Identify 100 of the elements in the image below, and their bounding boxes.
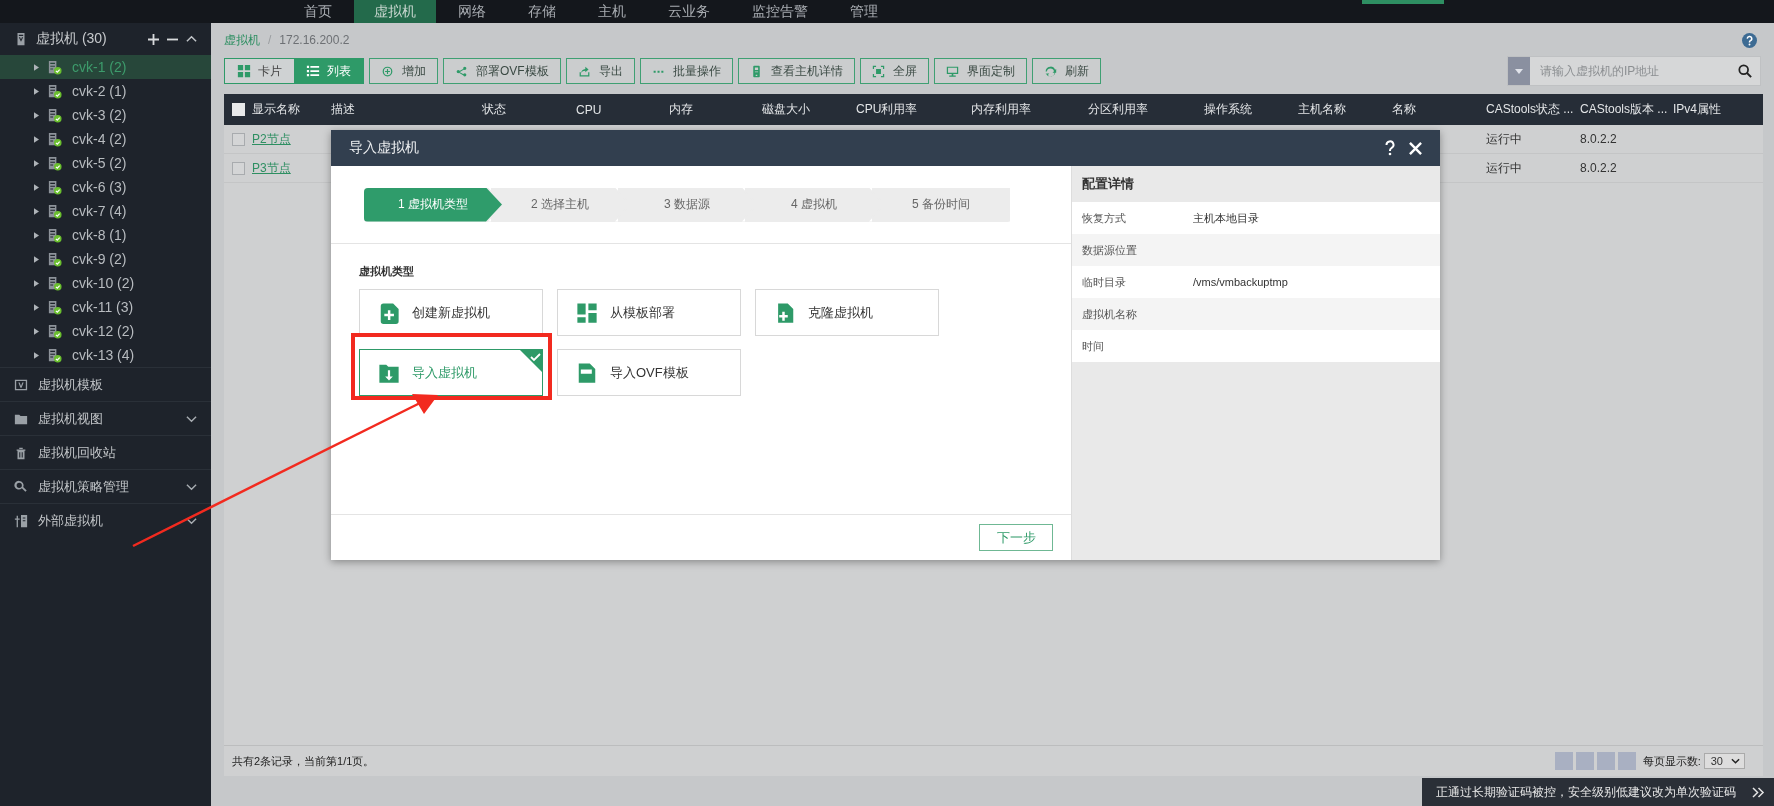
- column-header[interactable]: CAStools版本 ...: [1580, 101, 1673, 118]
- detail-label: 临时目录: [1082, 274, 1127, 290]
- column-header[interactable]: 操作系统: [1204, 101, 1298, 118]
- vm-type-option[interactable]: 导入虚拟机: [359, 349, 543, 396]
- caret-icon[interactable]: [34, 63, 39, 71]
- column-header[interactable]: 描述: [331, 101, 482, 118]
- chevron-down-icon[interactable]: [186, 413, 197, 424]
- list-icon: [306, 64, 320, 78]
- toolbar-button[interactable]: 增加: [369, 58, 438, 84]
- nav-tab[interactable]: 虚拟机: [354, 0, 436, 23]
- column-header[interactable]: 内存: [669, 101, 762, 118]
- view-toggle-option[interactable]: 列表: [294, 59, 363, 83]
- toolbar-button[interactable]: 批量操作: [639, 58, 733, 84]
- caret-icon[interactable]: [34, 111, 39, 119]
- row-checkbox[interactable]: [231, 132, 245, 146]
- column-header[interactable]: CPU利用率: [856, 101, 971, 118]
- column-header[interactable]: 内存利用率: [971, 101, 1088, 118]
- caret-icon[interactable]: [34, 159, 39, 167]
- select-all-checkbox[interactable]: [231, 103, 245, 116]
- host-tree-item[interactable]: cvk-10 (2): [0, 271, 211, 295]
- new-file-icon: [378, 301, 400, 324]
- nav-tab[interactable]: 网络: [438, 0, 506, 23]
- dialog-title: 导入虚拟机: [349, 139, 420, 157]
- nav-tab[interactable]: 管理: [830, 0, 898, 23]
- host-tree-item[interactable]: cvk-3 (2): [0, 103, 211, 127]
- toolbar-button[interactable]: 导出: [565, 58, 635, 84]
- help-icon[interactable]: [1385, 140, 1395, 156]
- table-cell: 运行中: [1486, 160, 1522, 175]
- host-tree-item[interactable]: cvk-6 (3): [0, 175, 211, 199]
- caret-down-icon: [1731, 758, 1740, 764]
- caret-icon[interactable]: [34, 255, 39, 263]
- page-size-select[interactable]: 30: [1703, 753, 1745, 769]
- caret-icon[interactable]: [34, 135, 39, 143]
- nav-tab[interactable]: 主机: [578, 0, 646, 23]
- vm-type-option[interactable]: 创建新虚拟机: [359, 289, 543, 336]
- nav-tab[interactable]: 存储: [508, 0, 576, 23]
- breadcrumb-separator: /: [268, 33, 272, 47]
- column-header[interactable]: 磁盘大小: [762, 101, 856, 118]
- nav-tab[interactable]: 首页: [284, 0, 352, 23]
- vm-type-option[interactable]: 克隆虚拟机: [755, 289, 939, 336]
- caret-icon[interactable]: [34, 279, 39, 287]
- sidebar-menu-item[interactable]: 虚拟机视图: [0, 401, 211, 435]
- caret-down-icon: [1515, 68, 1523, 74]
- column-header[interactable]: 分区利用率: [1088, 101, 1204, 118]
- toolbar-button[interactable]: 刷新: [1031, 58, 1101, 84]
- column-header[interactable]: 显示名称: [252, 101, 331, 118]
- add-icon[interactable]: [148, 33, 159, 45]
- chevron-down-icon[interactable]: [186, 481, 197, 492]
- toolbar-button[interactable]: 界面定制: [933, 58, 1027, 84]
- column-header[interactable]: IPv4属性: [1673, 101, 1763, 118]
- column-header[interactable]: 主机名称: [1298, 101, 1392, 118]
- view-toggle-option[interactable]: 卡片: [225, 59, 294, 83]
- column-header[interactable]: 状态: [482, 101, 576, 118]
- search-box[interactable]: 请输入虚拟机的IP地址: [1507, 56, 1761, 86]
- host-tree-item[interactable]: cvk-4 (2): [0, 127, 211, 151]
- server-icon: [47, 275, 62, 291]
- column-header[interactable]: CAStools状态 ...: [1486, 101, 1580, 118]
- double-chevron-icon[interactable]: [1752, 786, 1765, 798]
- caret-icon[interactable]: [34, 183, 39, 191]
- toolbar-button[interactable]: 部署OVF模板: [443, 58, 561, 84]
- search-icon[interactable]: [1738, 64, 1752, 78]
- caret-icon[interactable]: [34, 231, 39, 239]
- caret-icon[interactable]: [34, 207, 39, 215]
- column-header[interactable]: 名称: [1392, 101, 1486, 118]
- search-dropdown-toggle[interactable]: [1508, 57, 1530, 85]
- breadcrumb-current: 172.16.200.2: [279, 33, 350, 47]
- nav-tab[interactable]: 云业务: [648, 0, 730, 23]
- host-tree-item[interactable]: cvk-11 (3): [0, 295, 211, 319]
- caret-icon[interactable]: [34, 327, 39, 335]
- host-tree-item[interactable]: cvk-5 (2): [0, 151, 211, 175]
- sidebar-menu-item[interactable]: 外部虚拟机: [0, 503, 211, 537]
- template-icon: [14, 377, 28, 392]
- toolbar-button[interactable]: 查看主机详情: [737, 58, 855, 84]
- host-tree-item[interactable]: cvk-8 (1): [0, 223, 211, 247]
- caret-icon[interactable]: [34, 351, 39, 359]
- host-tree-item[interactable]: cvk-9 (2): [0, 247, 211, 271]
- host-tree-item[interactable]: cvk-7 (4): [0, 199, 211, 223]
- vm-type-option[interactable]: 导入OVF模板: [557, 349, 741, 396]
- nav-tab[interactable]: 监控告警: [732, 0, 828, 23]
- server-icon: [47, 323, 62, 339]
- caret-icon[interactable]: [34, 303, 39, 311]
- caret-icon[interactable]: [34, 87, 39, 95]
- tree-root-label[interactable]: 虚拟机 (30): [36, 30, 140, 48]
- wizard-step: 5 备份时间: [869, 187, 1010, 222]
- help-icon[interactable]: [1742, 32, 1757, 48]
- host-tree-item[interactable]: cvk-12 (2): [0, 319, 211, 343]
- row-checkbox[interactable]: [231, 161, 245, 175]
- toolbar-button[interactable]: 全屏: [859, 58, 929, 84]
- chevron-down-icon[interactable]: [186, 515, 197, 526]
- host-tree-item[interactable]: cvk-13 (4): [0, 343, 211, 367]
- collapse-chevron-icon[interactable]: [186, 33, 197, 45]
- close-icon[interactable]: [1409, 141, 1422, 155]
- grid-icon: [237, 64, 251, 78]
- column-header[interactable]: CPU: [576, 102, 669, 117]
- next-step-button[interactable]: 下一步: [979, 524, 1053, 551]
- search-field[interactable]: 请输入虚拟机的IP地址: [1530, 64, 1738, 78]
- server-icon: [47, 203, 62, 219]
- host-tree-item[interactable]: cvk-2 (1): [0, 79, 211, 103]
- vm-type-option[interactable]: 从模板部署: [557, 289, 741, 336]
- export-icon: [577, 64, 591, 78]
